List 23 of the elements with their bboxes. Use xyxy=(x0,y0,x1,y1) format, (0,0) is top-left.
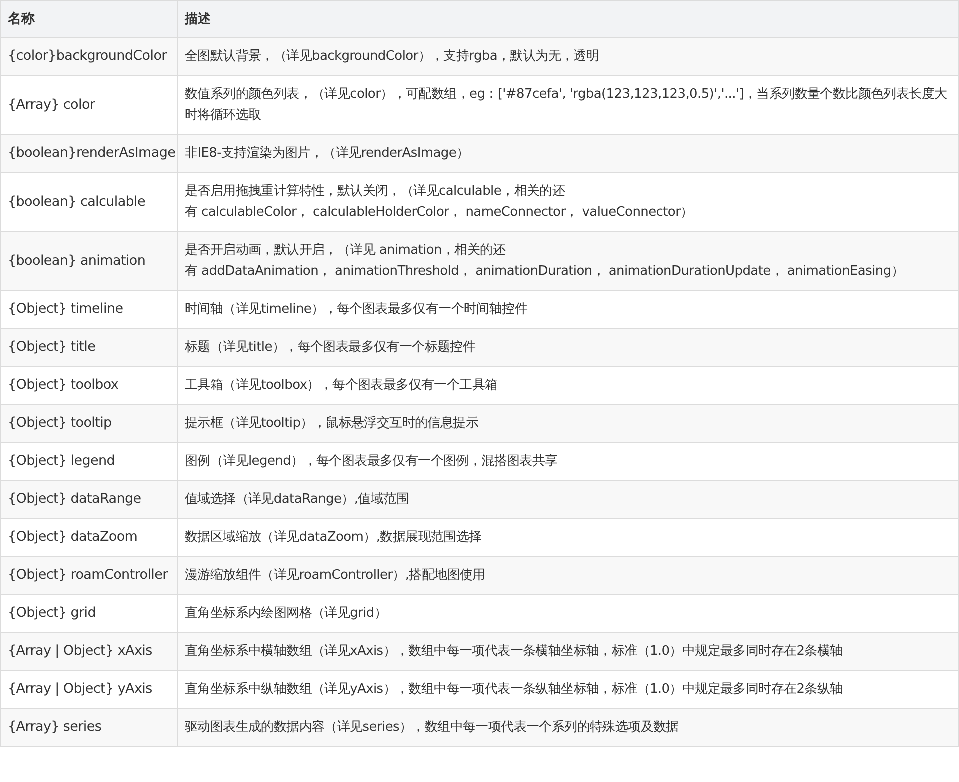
description-cell: 驱动图表生成的数据内容（详见series），数组中每一项代表一个系列的特殊选项及数据 xyxy=(178,708,958,746)
option-name-cell: {Object} title xyxy=(0,328,178,366)
description-cell: 标题（详见title），每个图表最多仅有一个标题控件 xyxy=(178,328,958,366)
description-cell: 值域选择（详见dataRange）,值域范围 xyxy=(178,480,958,518)
option-name-cell: {boolean} animation xyxy=(0,232,178,290)
description-cell: 提示框（详见tooltip），鼠标悬浮交互时的信息提示 xyxy=(178,404,958,442)
description-line: 是否开启动画，默认开启，（详见 animation，相关的还 xyxy=(185,242,507,260)
column-header: 名称 xyxy=(0,0,178,38)
option-name-cell: {Array | Object} xAxis xyxy=(0,632,178,670)
description-cell: 漫游缩放组件（详见roamController）,搭配地图使用 xyxy=(178,556,958,594)
description-line: 有 addDataAnimation， animationThreshold， animationDuration， animationDurationUpdate， animationEasing） xyxy=(185,263,905,281)
description-cell: 直角坐标系中横轴数组（详见xAxis），数组中每一项代表一条横轴坐标轴，标准（1.0）中规定最多同时存在2条横轴 xyxy=(178,632,958,670)
description-cell: 全图默认背景，（详见backgroundColor），支持rgba，默认为无，透明 xyxy=(178,38,958,76)
option-name-cell: {Object} roamController xyxy=(0,556,178,594)
description-line: 有 calculableColor， calculableHolderColor， nameConnector， valueConnector） xyxy=(185,204,694,222)
column-header: 描述 xyxy=(178,0,958,38)
description-line: 是否启用拖拽重计算特性，默认关闭，（详见calculable，相关的还 xyxy=(185,183,566,201)
option-name-cell: {Object} tooltip xyxy=(0,404,178,442)
option-name-cell: {boolean}renderAsImage xyxy=(0,134,178,172)
option-name-cell: {Object} dataRange xyxy=(0,480,178,518)
option-name-cell: {color}backgroundColor xyxy=(0,38,178,76)
description-cell: 非IE8-支持渲染为图片，（详见renderAsImage） xyxy=(178,134,958,172)
option-name-cell: {Array} series xyxy=(0,708,178,746)
